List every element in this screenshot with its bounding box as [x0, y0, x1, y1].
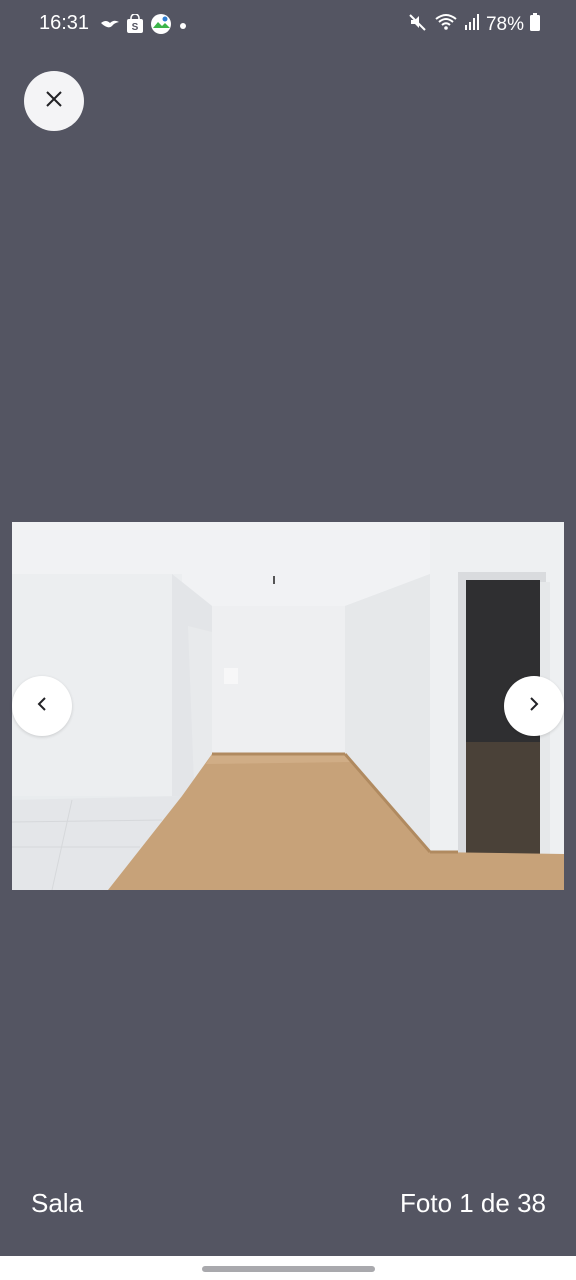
- notification-icons: S: [100, 13, 188, 40]
- battery-icon: [530, 13, 540, 36]
- previous-photo-button[interactable]: [12, 676, 72, 736]
- signal-icon: [464, 13, 480, 36]
- chevron-right-icon: [527, 695, 541, 718]
- chevron-left-icon: [35, 695, 49, 718]
- mute-icon: [408, 12, 428, 37]
- photo-caption: Sala: [31, 1188, 84, 1218]
- close-button[interactable]: [24, 71, 84, 131]
- wifi-icon: [434, 12, 458, 37]
- system-icons: 78%: [408, 12, 540, 37]
- battery-percentage: 78%: [485, 13, 524, 35]
- gallery-photo[interactable]: [12, 522, 564, 890]
- svg-text:S: S: [132, 22, 139, 33]
- next-photo-button[interactable]: [504, 676, 564, 736]
- room-photo-image: [12, 522, 564, 890]
- shopping-bag-icon: S: [126, 13, 144, 39]
- bird-notification-icon: [100, 17, 120, 36]
- close-icon: [44, 89, 64, 114]
- status-time: 16:31: [39, 12, 90, 34]
- photo-counter: Foto 1 de 38: [400, 1188, 546, 1218]
- photo-app-icon: [150, 13, 172, 40]
- status-bar: 16:31 S 78%: [0, 0, 576, 48]
- dot-icon: [178, 18, 188, 36]
- home-indicator[interactable]: [202, 1266, 375, 1272]
